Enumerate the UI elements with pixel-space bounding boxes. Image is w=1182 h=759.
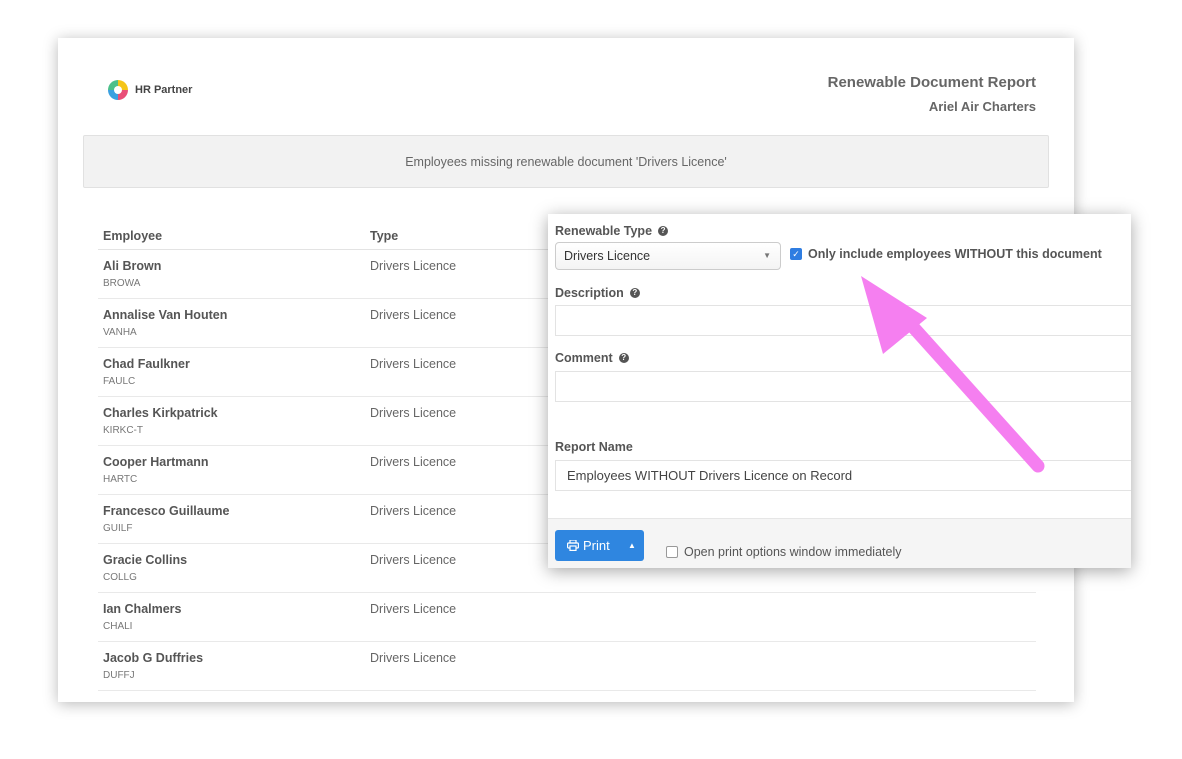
caret-up-icon: ▲: [628, 541, 636, 550]
report-name-input[interactable]: Employees WITHOUT Drivers Licence on Rec…: [555, 460, 1131, 491]
print-main-button[interactable]: Print: [555, 538, 619, 553]
print-dropdown-toggle[interactable]: ▲: [619, 530, 644, 561]
printer-icon: [567, 540, 579, 551]
report-title: Renewable Document Report: [827, 74, 1036, 91]
report-options-panel: Renewable Type ? Drivers Licence ▼ ✓ Onl…: [548, 214, 1131, 568]
help-icon[interactable]: ?: [658, 226, 669, 236]
employee-name: Chad Faulkner: [103, 357, 190, 371]
employee-cell: Annalise Van Houten VANHA: [103, 308, 370, 347]
table-row: Jacob G Duffries DUFFJ Drivers Licence: [98, 642, 1036, 691]
employee-cell: Chad Faulkner FAULC: [103, 357, 370, 396]
report-name-label: Report Name: [555, 440, 633, 454]
employee-name: Charles Kirkpatrick: [103, 406, 218, 420]
open-print-label: Open print options window immediately: [684, 545, 902, 559]
report-banner: Employees missing renewable document 'Dr…: [83, 135, 1049, 188]
employee-code: DUFFJ: [103, 670, 135, 681]
renewable-type-label-text: Renewable Type: [555, 224, 653, 238]
employee-name: Annalise Van Houten: [103, 308, 228, 322]
only-without-option[interactable]: ✓ Only include employees WITHOUT this do…: [790, 247, 1102, 261]
panel-footer: Print ▲ Open print options window immedi…: [548, 518, 1131, 568]
employee-cell: Ian Chalmers CHALI: [103, 602, 370, 641]
comment-input[interactable]: [555, 371, 1131, 402]
hr-partner-logo: HR Partner: [108, 80, 192, 100]
employee-cell: Charles Kirkpatrick KIRKC-T: [103, 406, 370, 445]
employee-code: COLLG: [103, 572, 137, 583]
employee-code: GUILF: [103, 523, 133, 534]
only-without-label: Only include employees WITHOUT this docu…: [808, 247, 1102, 261]
renewable-type-label: Renewable Type ?: [555, 224, 669, 238]
employee-code: BROWA: [103, 278, 141, 289]
employee-cell: Ali Brown BROWA: [103, 259, 370, 298]
open-print-option[interactable]: Open print options window immediately: [666, 545, 901, 559]
employee-cell: Jacob G Duffries DUFFJ: [103, 651, 370, 690]
type-cell: Drivers Licence: [370, 651, 457, 665]
open-print-checkbox[interactable]: [666, 546, 678, 558]
renewable-type-value: Drivers Licence: [564, 249, 651, 263]
comment-label-text: Comment: [555, 351, 613, 365]
help-icon[interactable]: ?: [629, 288, 640, 298]
type-cell: Drivers Licence: [370, 602, 457, 616]
hr-partner-logo-icon: [108, 80, 128, 100]
chevron-down-icon: ▼: [763, 251, 771, 260]
report-name-label-text: Report Name: [555, 440, 633, 454]
employee-name: Jacob G Duffries: [103, 651, 204, 665]
employee-name: Francesco Guillaume: [103, 504, 230, 518]
table-row: Ian Chalmers CHALI Drivers Licence: [98, 593, 1036, 642]
employee-column-header: Employee: [103, 228, 163, 243]
description-input[interactable]: [555, 305, 1131, 336]
report-header: Renewable Document Report Ariel Air Char…: [828, 74, 1036, 114]
comment-label: Comment ?: [555, 351, 629, 365]
employee-name: Ali Brown: [103, 259, 162, 273]
employee-code: KIRKC-T: [103, 425, 143, 436]
employee-cell: Gracie Collins COLLG: [103, 553, 370, 592]
renewable-type-select[interactable]: Drivers Licence ▼: [555, 242, 781, 270]
employee-name: Ian Chalmers: [103, 602, 182, 616]
logo-text: HR Partner: [135, 84, 193, 96]
employee-cell: Francesco Guillaume GUILF: [103, 504, 370, 543]
employee-name: Gracie Collins: [103, 553, 188, 567]
print-label: Print: [583, 538, 610, 553]
only-without-checkbox[interactable]: ✓: [790, 248, 802, 260]
employee-code: CHALI: [103, 621, 133, 632]
description-label: Description ?: [555, 286, 640, 300]
employee-code: VANHA: [103, 327, 137, 338]
print-button[interactable]: Print ▲: [555, 530, 644, 561]
help-icon[interactable]: ?: [618, 353, 629, 363]
company-name: Ariel Air Charters: [928, 99, 1036, 114]
employee-name: Cooper Hartmann: [103, 455, 209, 469]
employee-code: HARTC: [103, 474, 138, 485]
description-label-text: Description: [555, 286, 624, 300]
employee-code: FAULC: [103, 376, 136, 387]
employee-cell: Cooper Hartmann HARTC: [103, 455, 370, 494]
